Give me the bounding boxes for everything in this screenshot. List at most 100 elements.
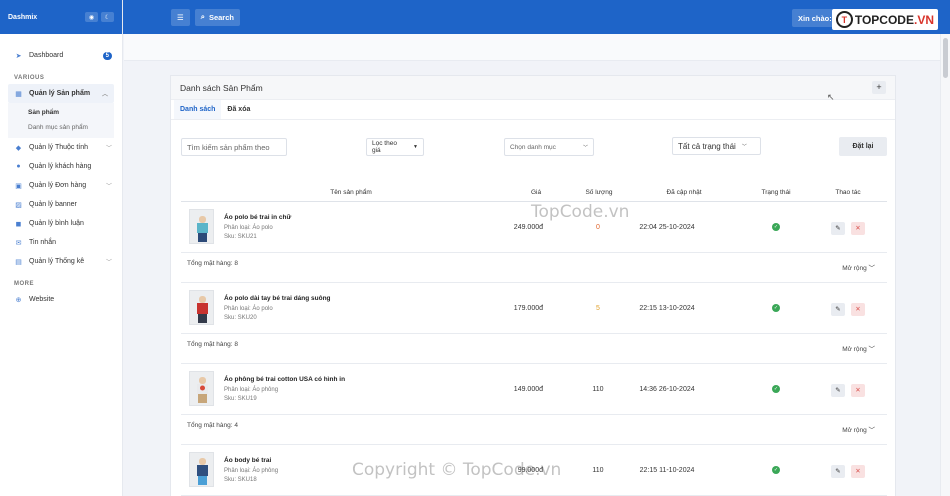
- total-items: Tổng mặt hàng: 8: [187, 341, 238, 348]
- column-header-actions: Thao tác: [835, 189, 861, 196]
- product-name[interactable]: Áo body bé trai: [224, 457, 271, 464]
- product-category: Phân loại: Áo polo: [224, 306, 273, 312]
- sidebar-item-label: Quản lý banner: [29, 201, 77, 208]
- toggle-icon[interactable]: ◉: [85, 12, 98, 22]
- sidebar-item-label: Quản lý bình luận: [29, 220, 84, 227]
- sidebar-item-statistics[interactable]: ▤ Quản lý Thống kê ﹀: [0, 252, 122, 271]
- sidebar-item-label: Tin nhắn: [29, 239, 56, 246]
- summary-row: Tổng mặt hàng: 8 Mở rộng ﹀: [181, 334, 887, 364]
- price-filter-select[interactable]: Lọc theo giá ▼: [366, 138, 424, 156]
- add-product-button[interactable]: +: [872, 81, 886, 94]
- sidebar-item-comments[interactable]: ◼ Quản lý bình luận: [0, 214, 122, 233]
- image-icon: ▨: [15, 201, 22, 209]
- product-sku: Sku: SKU18: [224, 477, 257, 483]
- sidebar-item-banner[interactable]: ▨ Quản lý banner: [0, 195, 122, 214]
- expand-button[interactable]: Mở rộng ﹀: [842, 343, 875, 353]
- submenu-item-products[interactable]: Sản phẩm: [8, 105, 114, 120]
- sidebar-item-orders[interactable]: ▣ Quản lý Đơn hàng ﹀: [0, 176, 122, 195]
- column-header-name[interactable]: Tên sản phẩm: [311, 183, 391, 202]
- product-name[interactable]: Áo polo bé trai in chữ: [224, 214, 291, 221]
- sidebar-item-customers[interactable]: ● Quản lý khách hàng: [0, 157, 122, 176]
- scrollbar-thumb[interactable]: [943, 38, 948, 78]
- product-quantity: 5: [596, 305, 600, 312]
- product-updated: 22:15 11-10-2024: [639, 467, 695, 474]
- table-row[interactable]: Áo phông bé trai cotton USA có hình in P…: [181, 365, 887, 415]
- edit-button[interactable]: ✎: [831, 222, 845, 235]
- search-button[interactable]: ⌕ Search: [194, 8, 240, 26]
- edit-button[interactable]: ✎: [831, 303, 845, 316]
- tab-bar: Danh sách Đã xóa: [171, 100, 895, 120]
- pencil-icon: ✎: [835, 306, 841, 313]
- column-header-updated[interactable]: Đã cập nhật: [659, 183, 709, 202]
- close-icon: ✕: [855, 306, 861, 313]
- summary-row: Tổng mặt hàng: 4 Mở rộng ﹀: [181, 415, 887, 445]
- category-select[interactable]: Chọn danh mục ﹀: [504, 138, 594, 156]
- status-select[interactable]: Tất cả trạng thái ﹀: [672, 137, 761, 155]
- edit-button[interactable]: ✎: [831, 465, 845, 478]
- sidebar-item-label: Quản lý Sản phẩm: [29, 90, 91, 97]
- products-card: Danh sách Sản Phẩm + Danh sách Đã xóa Tì…: [170, 75, 896, 496]
- mouse-cursor-icon: ↖: [827, 92, 835, 102]
- delete-button[interactable]: ✕: [851, 465, 865, 478]
- chevron-up-icon: ︿: [101, 92, 108, 98]
- expand-label: Mở rộng: [842, 427, 867, 434]
- delete-button[interactable]: ✕: [851, 222, 865, 235]
- pencil-icon: ✎: [835, 387, 841, 394]
- search-label: Search: [208, 12, 234, 22]
- product-sku: Sku: SKU21: [224, 234, 257, 240]
- status-active: ✓: [756, 446, 796, 496]
- check-circle-icon: ✓: [772, 466, 780, 475]
- product-thumbnail: [189, 452, 214, 487]
- tab-deleted[interactable]: Đã xóa: [221, 100, 256, 119]
- product-quantity: 110: [592, 386, 604, 393]
- sidebar-item-website[interactable]: ⊕ Website: [0, 290, 122, 309]
- globe-icon: ⊕: [15, 296, 22, 304]
- brand-logo[interactable]: Dashmix: [8, 14, 82, 21]
- product-updated: 22:04 25-10-2024: [639, 224, 695, 231]
- column-header-price[interactable]: Giá: [521, 183, 551, 202]
- chevron-down-icon: ﹀: [105, 184, 112, 190]
- expand-button[interactable]: Mở rộng ﹀: [842, 424, 875, 434]
- status-label: Tất cả trạng thái: [678, 141, 736, 151]
- column-header-quantity[interactable]: Số lượng: [579, 183, 619, 202]
- chart-icon: ▤: [15, 258, 22, 266]
- sidebar-item-label: Quản lý khách hàng: [29, 163, 92, 170]
- chevron-down-icon: ﹀: [868, 346, 876, 353]
- edit-button[interactable]: ✎: [831, 384, 845, 397]
- product-name[interactable]: Áo phông bé trai cotton USA có hình in: [224, 376, 345, 383]
- column-header-status[interactable]: Trạng thái: [751, 183, 801, 202]
- chevron-down-icon: ﹀: [105, 146, 112, 152]
- status-active: ✓: [756, 365, 796, 415]
- users-icon: ●: [16, 163, 21, 170]
- product-updated: 14:36 26-10-2024: [639, 386, 695, 393]
- topcode-logo: T TOPCODE.VN: [831, 9, 938, 30]
- product-sku: Sku: SKU19: [224, 396, 257, 402]
- sidebar-item-dashboard[interactable]: ➤ Dashboard 5: [0, 46, 122, 65]
- price-filter-label: Lọc theo giá: [372, 140, 397, 154]
- delete-button[interactable]: ✕: [851, 303, 865, 316]
- chevron-down-icon: ﹀: [582, 144, 588, 151]
- pencil-icon: ✎: [835, 468, 841, 475]
- sidebar-item-label: Quản lý Thống kê: [29, 258, 85, 265]
- sidebar-item-label: Quản lý Đơn hàng: [29, 182, 87, 189]
- reset-button[interactable]: Đặt lại: [839, 137, 887, 156]
- moon-icon[interactable]: ☾: [101, 12, 114, 22]
- product-category: Phân loại: Áo phông: [224, 468, 279, 474]
- sidebar-item-messages[interactable]: ✉ Tin nhắn: [0, 233, 122, 252]
- tab-list[interactable]: Danh sách: [174, 100, 222, 119]
- menu-toggle-button[interactable]: ☰: [171, 8, 190, 26]
- status-active: ✓: [756, 284, 796, 334]
- page-scrollbar[interactable]: [940, 34, 950, 496]
- delete-button[interactable]: ✕: [851, 384, 865, 397]
- search-input[interactable]: Tìm kiếm sản phẩm theo: [181, 138, 287, 156]
- sidebar-item-attributes[interactable]: ◆ Quản lý Thuộc tính ﹀: [0, 138, 122, 157]
- expand-button[interactable]: Mở rộng ﹀: [842, 262, 875, 272]
- check-circle-icon: ✓: [772, 223, 780, 232]
- box-icon: ▦: [15, 90, 22, 98]
- table-row[interactable]: Áo polo dài tay bé trai dáng suông Phân …: [181, 284, 887, 334]
- close-icon: ✕: [855, 225, 861, 232]
- sidebar-item-products[interactable]: ▦ Quản lý Sản phẩm ︿: [8, 84, 114, 103]
- product-name[interactable]: Áo polo dài tay bé trai dáng suông: [224, 295, 331, 302]
- cart-icon: ▣: [15, 182, 22, 190]
- submenu-item-categories[interactable]: Danh mục sản phẩm: [8, 120, 114, 135]
